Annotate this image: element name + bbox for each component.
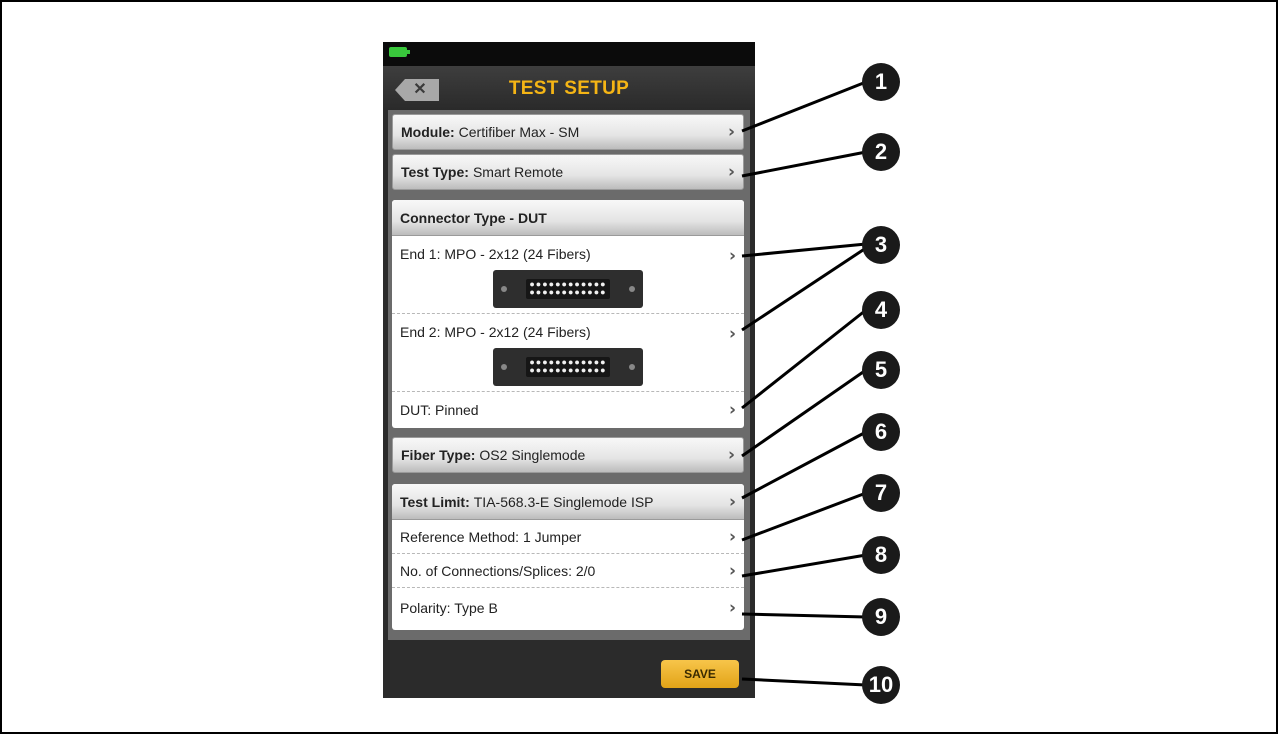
leader-line-3a <box>741 242 867 258</box>
callout-7: 7 <box>862 474 900 512</box>
callout-leaders <box>741 80 867 687</box>
callout-6: 6 <box>862 413 900 451</box>
callout-2: 2 <box>862 133 900 171</box>
callout-5: 5 <box>862 351 900 389</box>
callout-10: 10 <box>862 666 900 704</box>
leader-line-3b <box>741 246 867 332</box>
leader-line-8 <box>741 553 867 578</box>
leader-line-4 <box>741 308 867 410</box>
callout-4: 4 <box>862 291 900 329</box>
callout-8: 8 <box>862 536 900 574</box>
leader-line-7 <box>741 491 867 542</box>
callout-9: 9 <box>862 598 900 636</box>
leader-line-2 <box>741 150 867 178</box>
leader-line-9 <box>741 612 867 619</box>
leader-line-1 <box>741 80 867 133</box>
callout-3: 3 <box>862 226 900 264</box>
callout-1: 1 <box>862 63 900 101</box>
leader-line-10 <box>741 677 867 687</box>
